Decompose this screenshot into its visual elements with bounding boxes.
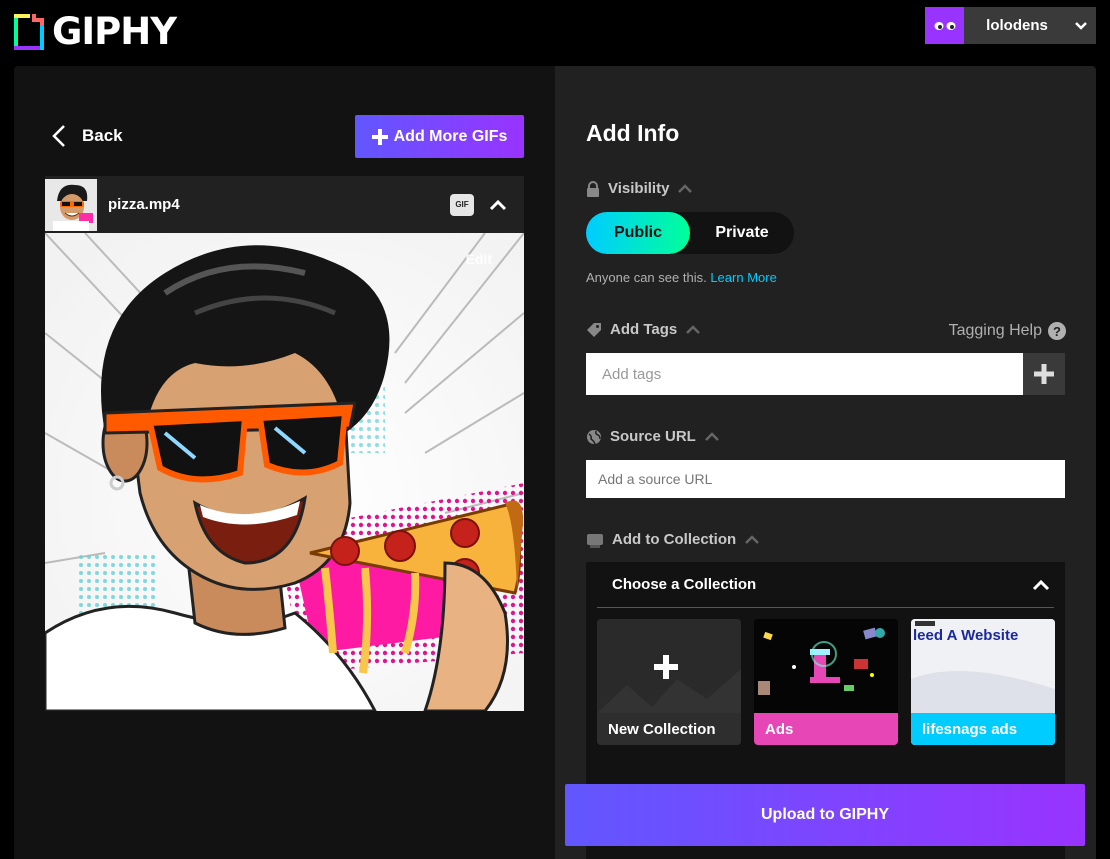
gif-preview-image: Edit (45, 233, 524, 711)
collection-header-label: Choose a Collection (612, 576, 757, 593)
source-section-label[interactable]: Source URL (586, 428, 720, 445)
plus-icon (1034, 364, 1054, 384)
add-info-panel: Add Info Visibility Public Private Anyon… (555, 66, 1096, 859)
source-url-input[interactable] (586, 460, 1065, 498)
chevron-up-icon[interactable] (1032, 579, 1050, 591)
giphy-logo[interactable]: GIPHY (14, 10, 177, 53)
ads-collection-label: Ads (754, 713, 898, 745)
tags-section-label[interactable]: Add Tags (586, 321, 701, 338)
visibility-label: Visibility (608, 180, 670, 197)
brand-name: GIPHY (52, 10, 177, 53)
file-row: pizza.mp4 GIF (45, 176, 524, 233)
chevron-up-icon (686, 324, 701, 334)
source-label: Source URL (610, 428, 696, 445)
collection-header[interactable]: Choose a Collection (597, 562, 1054, 608)
chevron-up-icon (704, 431, 719, 441)
globe-icon (587, 429, 601, 444)
collection-icon (587, 533, 603, 548)
chevron-left-icon (52, 125, 65, 147)
upload-to-giphy-button[interactable]: Upload to GIPHY (565, 784, 1085, 846)
visibility-section-label[interactable]: Visibility (586, 180, 693, 197)
private-option[interactable]: Private (690, 212, 794, 254)
file-thumbnail (45, 178, 97, 231)
user-menu[interactable]: lolodens (925, 7, 1096, 44)
tagging-help-link[interactable]: Tagging Help ? (949, 322, 1066, 340)
lifesnags-banner-text: leed A Website (913, 627, 1019, 644)
upload-preview-panel: Back Add More GIFs pizza.mp4 GIF Edit (14, 66, 555, 859)
tag-icon (587, 322, 601, 337)
plus-icon (371, 128, 388, 145)
learn-more-link[interactable]: Learn More (710, 270, 776, 285)
chevron-up-icon (745, 534, 760, 544)
add-tag-button[interactable] (1023, 353, 1065, 395)
tagging-help-label: Tagging Help (948, 322, 1042, 339)
new-collection-tile[interactable]: New Collection (597, 619, 741, 745)
chevron-up-icon[interactable] (488, 199, 508, 211)
add-more-gifs-button[interactable]: Add More GIFs (355, 115, 524, 158)
back-button[interactable]: Back (52, 124, 123, 148)
lock-icon (587, 180, 599, 197)
chevron-up-icon (678, 183, 693, 193)
chevron-down-icon[interactable] (1066, 21, 1096, 31)
avatar (925, 7, 964, 44)
collection-label: Add to Collection (612, 531, 737, 548)
giphy-logo-icon (14, 13, 44, 50)
edit-label[interactable]: Edit (466, 251, 492, 267)
gif-badge: GIF (450, 193, 474, 216)
tags-label: Add Tags (610, 321, 678, 338)
visibility-note-text: Anyone can see this. (586, 270, 707, 285)
add-more-gifs-label: Add More GIFs (393, 127, 508, 145)
lifesnags-collection-label: lifesnags ads (911, 713, 1055, 745)
visibility-note: Anyone can see this. Learn More (586, 270, 777, 285)
page-title: Add Info (586, 120, 680, 146)
file-name: pizza.mp4 (108, 196, 180, 213)
collection-tile-ads[interactable]: Ads (754, 619, 898, 745)
back-label: Back (82, 126, 123, 145)
collection-section-label[interactable]: Add to Collection (586, 531, 760, 548)
collection-tile-lifesnags-ads[interactable]: leed A Website lifesnags ads (911, 619, 1055, 745)
tags-input[interactable] (586, 353, 1023, 395)
username: lolodens (986, 17, 1048, 34)
visibility-toggle: Public Private (586, 212, 794, 254)
question-icon: ? (1048, 322, 1066, 340)
new-collection-label: New Collection (597, 713, 741, 745)
public-option[interactable]: Public (586, 212, 690, 254)
